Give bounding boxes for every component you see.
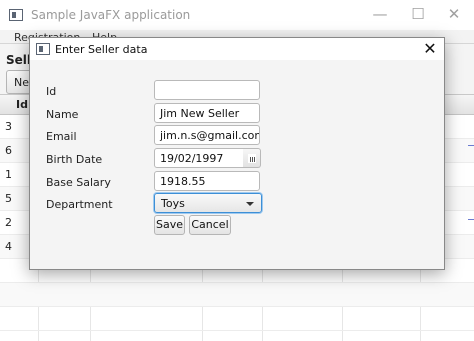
email-label: Email [46, 130, 77, 143]
close-window-button[interactable]: ✕ [432, 0, 474, 30]
dialog-title: Enter Seller data [55, 43, 148, 56]
main-window-titlebar[interactable]: Sample JavaFX application — ☐ ✕ [0, 0, 474, 30]
date-picker-button[interactable] [243, 148, 261, 168]
name-field[interactable]: Jim New Seller [154, 103, 260, 123]
id-field[interactable] [154, 80, 260, 100]
column-header-id[interactable]: Id [16, 98, 28, 111]
email-field[interactable]: jim.n.s@gmail.com [154, 125, 260, 145]
base-salary-field[interactable]: 1918.55 [154, 171, 260, 191]
cell-id: 4 [5, 240, 12, 253]
seller-form-dialog: Enter Seller data ✕ Id Name Jim New Sell… [29, 37, 445, 270]
save-button[interactable]: Save [154, 215, 185, 235]
name-label: Name [46, 108, 79, 121]
cell-id: 6 [5, 144, 12, 157]
chevron-down-icon [246, 202, 254, 206]
id-label: Id [46, 85, 57, 98]
cell-id: 1 [5, 168, 12, 181]
base-salary-label: Base Salary [46, 176, 111, 189]
birth-date-field[interactable]: 19/02/1997 [154, 148, 244, 168]
dialog-app-icon [36, 43, 50, 55]
app-icon [9, 9, 23, 21]
cell-id: 2 [5, 216, 12, 229]
department-selected-value: Toys [161, 197, 185, 210]
dialog-close-button[interactable]: ✕ [420, 39, 440, 59]
department-label: Department [46, 198, 113, 211]
row-marker [468, 145, 474, 146]
row-marker [468, 219, 474, 220]
main-window-title: Sample JavaFX application [31, 8, 191, 22]
table-row[interactable] [0, 283, 474, 307]
section-title: Seller [6, 53, 30, 67]
table-row[interactable] [0, 307, 474, 331]
dialog-titlebar[interactable]: Enter Seller data ✕ [30, 38, 444, 60]
cancel-button[interactable]: Cancel [189, 215, 231, 235]
department-combobox[interactable]: Toys [154, 193, 262, 213]
cell-id: 5 [5, 192, 12, 205]
calendar-icon [248, 154, 256, 163]
cell-id: 3 [5, 120, 12, 133]
birth-date-label: Birth Date [46, 153, 103, 166]
